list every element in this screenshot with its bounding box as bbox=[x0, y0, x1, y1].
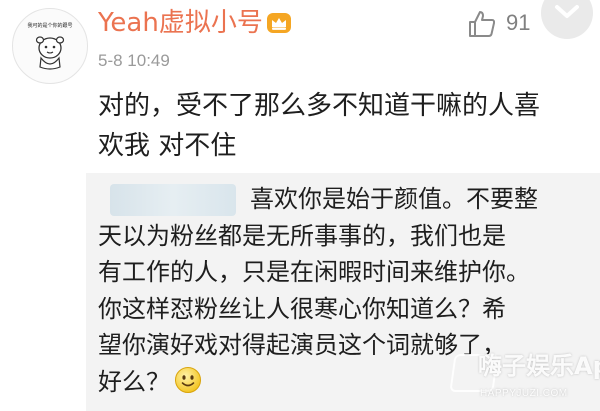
watermark: 嗨子娱乐App HAPPYJUZI.COM bbox=[449, 346, 600, 411]
timestamp: 5-8 10:49 bbox=[98, 51, 170, 70]
chevron-down-icon bbox=[555, 5, 579, 18]
avatar-caption: 我可的是个你的跟号 bbox=[27, 23, 73, 29]
avatar[interactable]: 我可的是个你的跟号 bbox=[12, 8, 88, 84]
username[interactable]: Yeah虚拟小号 bbox=[98, 6, 263, 40]
watermark-sub: HAPPYJUZI.COM bbox=[480, 388, 568, 399]
comment-text: 对的，受不了那么多不知道干嘛的人喜 欢我 对不住 bbox=[98, 91, 541, 161]
comment-screen: 我可的是个你的跟号 Yeah虚拟小号 91 5-8 10:49 对的，受不了那么… bbox=[0, 0, 600, 411]
like-count: 91 bbox=[506, 10, 531, 35]
smiley-face-icon bbox=[175, 366, 201, 393]
watermark-main: 嗨子娱乐App bbox=[478, 352, 600, 380]
cartoon-avatar-icon bbox=[35, 36, 65, 70]
thumbs-up-icon[interactable] bbox=[466, 8, 498, 40]
crown-badge-icon bbox=[267, 13, 291, 33]
more-button[interactable] bbox=[541, 0, 593, 39]
